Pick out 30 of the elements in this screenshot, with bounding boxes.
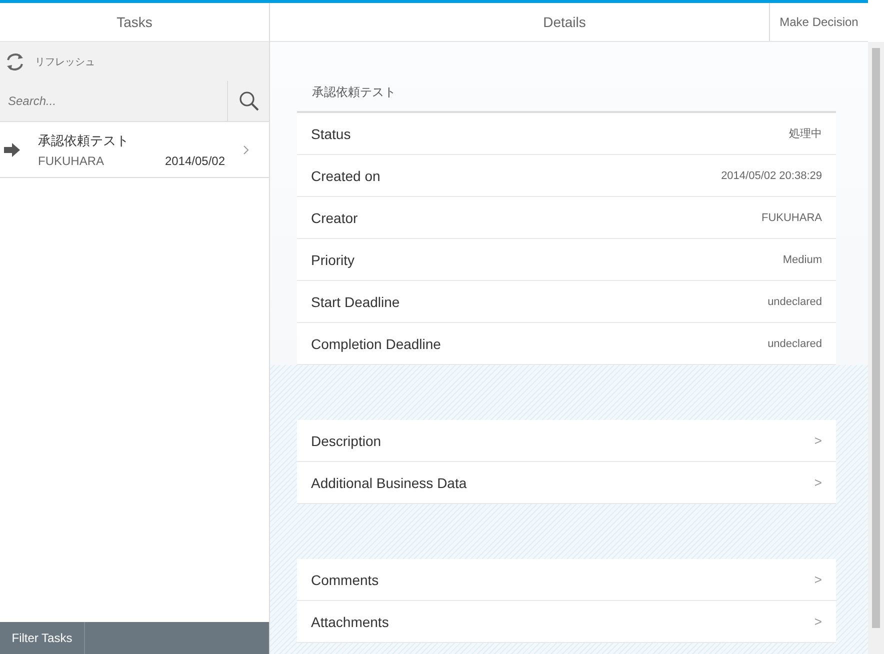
field-value: 処理中 [789,127,822,141]
task-list-item[interactable]: 承認依頼テスト FUKUHARA 2014/05/02 [0,122,269,178]
arrow-icon [4,142,20,156]
link-list-item[interactable]: Comments > [297,559,836,601]
search-button[interactable] [227,81,269,122]
field-label: Priority [311,252,355,268]
field-label: Start Deadline [311,294,400,310]
panel-title: Tasks [116,14,152,30]
field-value: undeclared [768,338,822,350]
refresh-icon [5,52,25,72]
task-creator: FUKUHARA [38,154,104,168]
task-title: 承認依頼テスト [38,132,130,150]
search-field[interactable]: Search... [0,81,227,122]
field-label: Status [311,126,351,142]
field-value: Medium [782,254,822,266]
search-icon [238,91,258,111]
field-value: undeclared [768,296,822,308]
field-label: Completion Deadline [311,336,441,352]
panel-title: Details [542,14,587,30]
field-label: Created on [311,168,380,184]
field-value: 2014/05/02 20:38:29 [721,170,822,182]
field-value: FUKUHARA [761,212,822,224]
field-label: Creator [311,210,358,226]
refresh-button[interactable]: リフレッシュ [0,42,269,81]
task-date: 2014/05/02 [164,154,225,168]
scrollbar[interactable] [868,42,884,654]
link-list-item[interactable]: Attachments > [297,601,836,643]
link-list-item[interactable]: Description > [297,420,836,462]
chevron-icon [243,144,249,154]
link-list-item[interactable]: Additional Business Data > [297,462,836,504]
